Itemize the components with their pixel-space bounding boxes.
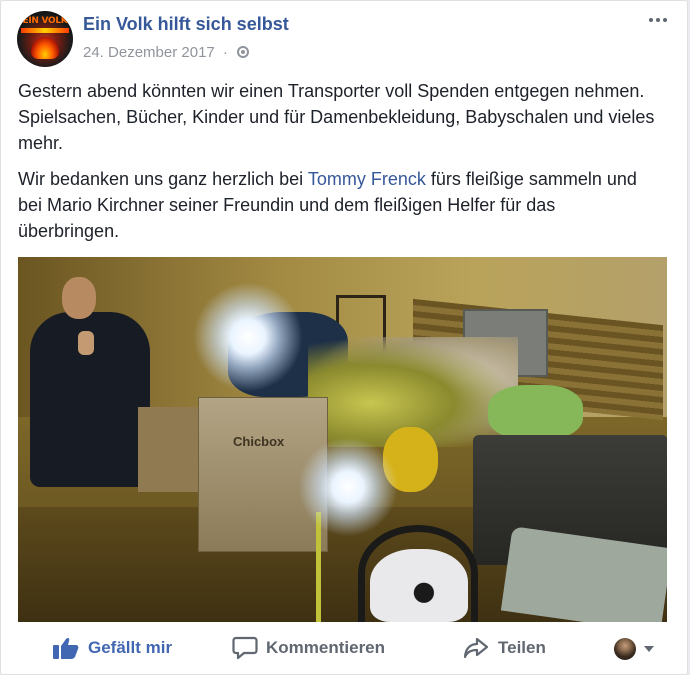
photo-person-hand [78, 331, 94, 355]
avatar-logo-band [21, 28, 69, 33]
photo-flash-glow [193, 282, 303, 392]
more-horizontal-icon-dot [656, 18, 660, 22]
caret-down-icon [644, 646, 654, 652]
avatar-logo-text: EIN VOLK [22, 16, 68, 26]
post-meta: 24. Dezember 2017 · [83, 44, 250, 61]
reacting-as-selector[interactable] [614, 637, 660, 661]
like-button[interactable]: Gefällt mir [53, 635, 172, 661]
mention-link[interactable]: Tommy Frenck [308, 169, 426, 189]
photo-flash-glow [298, 437, 398, 537]
share-arrow-icon [463, 637, 489, 659]
page-avatar[interactable]: EIN VOLK [17, 11, 73, 67]
post-photo[interactable]: Chicbox [18, 257, 667, 622]
globe-icon[interactable] [237, 46, 250, 58]
post-body: Gestern abend könnten wir einen Transpor… [18, 78, 658, 254]
post-date[interactable]: 24. Dezember 2017 [83, 44, 215, 61]
thumbs-up-icon [53, 637, 79, 659]
photo-person-head [62, 277, 96, 319]
post-paragraph-1: Gestern abend könnten wir einen Transpor… [18, 81, 655, 153]
post-header: EIN VOLK Ein Volk hilft sich selbst 24. … [17, 11, 671, 71]
photo-plush-cow [370, 549, 468, 622]
speech-bubble-icon [232, 636, 258, 660]
comment-label: Kommentieren [266, 638, 386, 657]
avatar-flame-icon [31, 37, 59, 59]
comment-button[interactable]: Kommentieren [232, 635, 385, 661]
meta-separator: · [222, 44, 228, 61]
profile-avatar-icon [614, 638, 636, 660]
page-name-link[interactable]: Ein Volk hilft sich selbst [83, 14, 289, 35]
more-options-button[interactable] [649, 15, 669, 25]
photo-box-label: Chicbox [233, 434, 285, 449]
more-horizontal-icon-dot [663, 18, 667, 22]
post-paragraph-2: Wir bedanken uns ganz herzlich bei Tommy… [18, 166, 658, 244]
paragraph-2-start: Wir bedanken uns ganz herzlich bei [18, 169, 308, 189]
post-card: EIN VOLK Ein Volk hilft sich selbst 24. … [0, 0, 688, 675]
more-horizontal-icon-dot [649, 18, 653, 22]
action-bar: Gefällt mir Kommentieren Teilen [1, 629, 689, 669]
share-label: Teilen [498, 638, 546, 657]
share-button[interactable]: Teilen [463, 635, 546, 661]
like-label: Gefällt mir [88, 638, 173, 657]
photo-green-bag [488, 385, 583, 440]
